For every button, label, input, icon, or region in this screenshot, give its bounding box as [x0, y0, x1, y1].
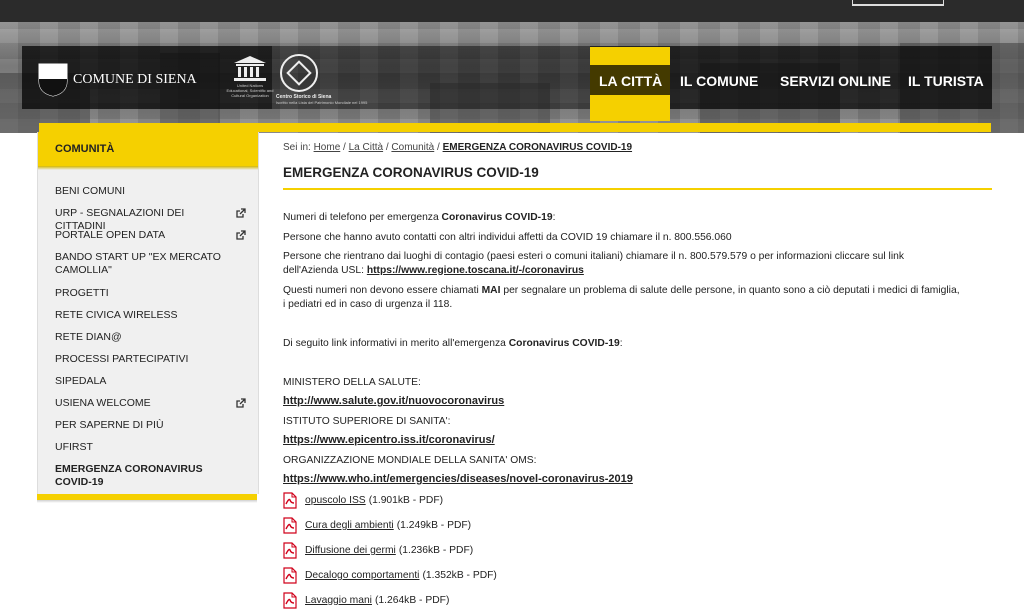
attachment-meta: (1.352kB - PDF)	[422, 570, 497, 581]
paragraph-warning-line1: Questi numeri non devono essere chiamati…	[283, 284, 993, 298]
sidebar-item-rete-civica-wireless[interactable]: RETE CIVICA WIRELESS	[55, 309, 235, 322]
unesco-logo: United Nations Educational, Scientific a…	[226, 55, 274, 105]
nav-servizi-online[interactable]: SERVIZI ONLINE	[780, 73, 891, 89]
attachment-link[interactable]: Diffusione dei germi	[305, 545, 396, 556]
attachment-row[interactable]: Cura degli ambienti (1.249kB - PDF)	[283, 517, 471, 534]
unesco-caption: United Nations Educational, Scientific a…	[226, 83, 274, 98]
world-heritage-emblem: Centro Storico di Siena Iscritto nella L…	[276, 54, 398, 106]
attachment-link[interactable]: Cura degli ambienti	[305, 520, 394, 531]
sidebar-item-progetti[interactable]: PROGETTI	[55, 287, 235, 300]
usl-label: dell'Azienda USL:	[283, 264, 367, 276]
source-link-iss[interactable]: https://www.epicentro.iss.it/coronavirus…	[283, 434, 495, 446]
sidebar-item-open-data[interactable]: PORTALE OPEN DATA	[55, 229, 235, 242]
page-title: EMERGENZA CORONAVIRUS COVID-19	[283, 165, 539, 180]
sidebar: COMUNITÀ BENI COMUNI URP - SEGNALAZIONI …	[37, 132, 259, 494]
paragraph-warning-line2: i pediatri ed in caso di urgenza il 118.	[283, 298, 453, 310]
sidebar-item-emergenza-covid[interactable]: EMERGENZA CORONAVIRUS COVID-19	[55, 463, 215, 489]
links-intro: Di seguito link informativi in merito al…	[283, 337, 993, 351]
unesco-temple-icon	[232, 55, 268, 81]
heritage-icon	[280, 54, 318, 92]
warning-bold: MAI	[481, 285, 501, 296]
source-label-oms: ORGANIZZAZIONE MONDIALE DELLA SANITA' OM…	[283, 455, 537, 466]
paragraph-return-line1: Persone che rientrano dai luoghi di cont…	[283, 251, 905, 262]
sidebar-item-rete-dian[interactable]: RETE DIAN@	[55, 331, 235, 344]
intro-pre: Numeri di telefono per emergenza	[283, 212, 442, 223]
breadcrumb-comunita[interactable]: Comunità	[391, 142, 434, 153]
title-divider	[283, 188, 992, 190]
sidebar-item-sipedala[interactable]: SIPEDALA	[55, 375, 235, 388]
nav-la-citta[interactable]: LA CITTÀ	[599, 73, 662, 89]
sidebar-item-label: USIENA WELCOME	[55, 397, 151, 409]
paragraph-return: Persone che rientrano dai luoghi di cont…	[283, 250, 993, 277]
attachment-row[interactable]: Decalogo comportamenti (1.352kB - PDF)	[283, 567, 497, 584]
sidebar-item-usiena-welcome[interactable]: USIENA WELCOME	[55, 397, 235, 410]
warning-post: per segnalare un problema di salute dell…	[500, 285, 960, 296]
usl-link[interactable]: https://www.regione.toscana.it/-/coronav…	[367, 265, 584, 276]
links-intro-post: :	[619, 338, 623, 349]
sidebar-item-per-saperne-di-piu[interactable]: PER SAPERNE DI PIÙ	[55, 419, 235, 432]
attachment-meta: (1.264kB - PDF)	[374, 595, 450, 606]
sidebar-item-beni-comuni[interactable]: BENI COMUNI	[55, 185, 235, 198]
attachment-meta: (1.249kB - PDF)	[396, 520, 472, 531]
attachment-row[interactable]: Diffusione dei germi (1.236kB - PDF)	[283, 542, 473, 559]
breadcrumb: Sei in: Home / La Città / Comunità / EME…	[283, 142, 633, 153]
external-link-icon	[236, 208, 246, 218]
pdf-file-icon	[283, 542, 297, 559]
external-link-icon	[236, 230, 246, 240]
attachment-row[interactable]: Lavaggio mani (1.264kB - PDF)	[283, 592, 449, 609]
attachment-meta: (1.901kB - PDF)	[368, 495, 444, 506]
sidebar-item-processi-partecipativi[interactable]: PROCESSI PARTECIPATIVI	[55, 353, 235, 366]
source-label-iss: ISTITUTO SUPERIORE DI SANITA':	[283, 416, 451, 427]
site-logo[interactable]: COMUNE DI SIENA	[38, 63, 197, 97]
heritage-subtitle: Iscritto nella Lista del Patrimonio Mond…	[276, 100, 368, 105]
attachment-link[interactable]: Decalogo comportamenti	[305, 570, 419, 581]
paragraph-contacts: Persone che hanno avuto contatti con alt…	[283, 232, 732, 243]
sidebar-item-label: PORTALE OPEN DATA	[55, 229, 166, 241]
nav-il-comune[interactable]: IL COMUNE	[680, 73, 758, 89]
top-strip-button[interactable]	[852, 0, 944, 6]
sidebar-item-ufirst[interactable]: UFIRST	[55, 441, 235, 454]
attachment-row[interactable]: opuscolo ISS (1.901kB - PDF)	[283, 492, 443, 509]
intro-post: :	[552, 212, 556, 223]
sidebar-item-bando-start-up[interactable]: BANDO START UP "EX MERCATO CAMOLLIA"	[55, 251, 225, 277]
links-intro-bold: Coronavirus COVID-19	[508, 338, 620, 349]
source-link-oms[interactable]: https://www.who.int/emergencies/diseases…	[283, 473, 633, 485]
source-label-ministero: MINISTERO DELLA SALUTE:	[283, 377, 421, 388]
intro-bold: Coronavirus COVID-19	[441, 212, 553, 223]
breadcrumb-la-citta[interactable]: La Città	[349, 142, 383, 153]
header-yellow-band	[39, 123, 991, 132]
source-link-ministero[interactable]: http://www.salute.gov.it/nuovocoronaviru…	[283, 395, 504, 407]
attachment-meta: (1.236kB - PDF)	[398, 545, 474, 556]
top-strip	[0, 0, 1024, 22]
breadcrumb-current: EMERGENZA CORONAVIRUS COVID-19	[442, 142, 633, 153]
coat-of-arms-icon	[38, 63, 68, 97]
pdf-file-icon	[283, 517, 297, 534]
breadcrumb-home[interactable]: Home	[314, 142, 341, 153]
sidebar-heading-label: COMUNITÀ	[55, 143, 115, 155]
site-name: COMUNE DI SIENA	[73, 72, 197, 87]
links-intro-pre: Di seguito link informativi in merito al…	[283, 338, 509, 349]
sidebar-heading[interactable]: COMUNITÀ	[38, 132, 258, 170]
paragraph-warning: Questi numeri non devono essere chiamati…	[283, 284, 993, 311]
pdf-file-icon	[283, 492, 297, 509]
pdf-file-icon	[283, 567, 297, 584]
external-link-icon	[236, 398, 246, 408]
sidebar-shadow	[37, 500, 257, 503]
attachment-link[interactable]: opuscolo ISS	[305, 495, 366, 506]
pdf-file-icon	[283, 592, 297, 609]
nav-il-turista[interactable]: IL TURISTA	[908, 73, 984, 89]
intro-text: Numeri di telefono per emergenza Coronav…	[283, 211, 993, 225]
paragraph-return-line2: dell'Azienda USL: https://www.regione.to…	[283, 264, 993, 278]
breadcrumb-prefix: Sei in:	[283, 142, 311, 153]
warning-pre: Questi numeri non devono essere chiamati	[283, 285, 482, 296]
attachment-link[interactable]: Lavaggio mani	[305, 595, 372, 606]
